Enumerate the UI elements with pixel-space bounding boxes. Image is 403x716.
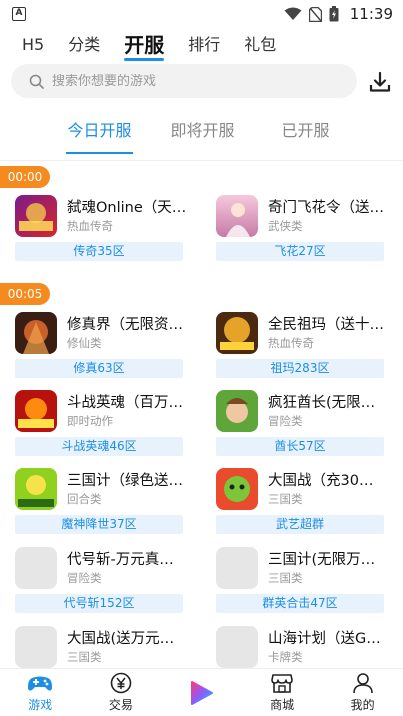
game-name: 斗战英魂（百万… (67, 395, 183, 411)
tab-today[interactable]: 今日开服 (48, 110, 151, 156)
game-genre: 修仙类 (67, 336, 102, 350)
game-card[interactable]: 山海计划（送G… 卡牌类 (216, 626, 384, 668)
server-label: 修真63区 (15, 359, 183, 378)
server-label: 传奇35区 (15, 242, 183, 261)
app-notification-icon: A (12, 7, 26, 21)
game-thumbnail (216, 390, 258, 432)
server-label: 斗战英魂46区 (15, 437, 183, 456)
time-badge: 00:00 (0, 166, 50, 188)
game-thumbnail (15, 390, 57, 432)
game-name: 全民祖玛（送十… (268, 317, 384, 333)
bottom-nav: 游戏 交易 商城 我的 (0, 668, 403, 716)
server-label: 代号斩152区 (15, 594, 183, 613)
tab-server-open[interactable]: 开服 (112, 32, 176, 61)
play-logo-icon (191, 680, 214, 705)
server-label: 祖玛283区 (216, 359, 384, 378)
tab-opened[interactable]: 已开服 (254, 110, 357, 156)
game-name: 疯狂酋长(无限… (268, 395, 376, 411)
yen-bag-icon (110, 672, 132, 694)
download-button[interactable] (366, 68, 394, 96)
nav-trade[interactable]: 交易 (81, 669, 162, 716)
game-name: 大国战（充30… (268, 473, 374, 489)
game-genre: 热血传奇 (67, 219, 113, 233)
nav-label: 游戏 (28, 698, 53, 712)
game-genre: 三国类 (268, 571, 303, 585)
sub-tabs: 今日开服 即将开服 已开服 (0, 110, 403, 156)
battery-charging-icon (329, 6, 339, 22)
game-name: 山海计划（送G… (268, 631, 381, 647)
nav-play[interactable] (161, 669, 242, 716)
no-sim-icon (308, 6, 322, 22)
tab-gift[interactable]: 礼包 (232, 32, 288, 60)
time-badge: 00:05 (0, 283, 50, 305)
gamepad-icon (28, 676, 53, 691)
game-card[interactable]: 斗战英魂（百万… 即时动作 斗战英魂46区 (15, 390, 183, 462)
game-name: 三国计（绿色送… (67, 473, 183, 489)
game-card[interactable]: 全民祖玛（送十… 热血传奇 祖玛283区 (216, 312, 384, 384)
game-card[interactable]: 三国计（绿色送… 回合类 魔神降世37区 (15, 468, 183, 540)
game-name: 修真界（无限资… (67, 317, 183, 333)
clock: 11:39 (349, 5, 393, 23)
game-thumbnail (15, 195, 57, 237)
game-card[interactable]: 疯狂酋长(无限… 冒险类 酋长57区 (216, 390, 384, 462)
shop-icon (271, 674, 293, 693)
search-input[interactable] (52, 73, 332, 89)
game-genre: 热血传奇 (268, 336, 314, 350)
game-card[interactable]: 大国战（充30… 三国类 武艺超群 (216, 468, 384, 540)
game-card[interactable]: 修真界（无限资… 修仙类 修真63区 (15, 312, 183, 384)
top-nav: H5 分类 开服 排行 礼包 (0, 30, 403, 61)
user-icon (352, 673, 373, 694)
tab-ranking[interactable]: 排行 (176, 32, 232, 60)
tab-category[interactable]: 分类 (56, 32, 112, 60)
game-card[interactable]: 代号斩-万元真… 冒险类 代号斩152区 (15, 547, 183, 619)
server-label: 武艺超群 (216, 515, 384, 534)
game-genre: 冒险类 (67, 571, 102, 585)
game-name: 代号斩-万元真… (67, 552, 174, 568)
game-card[interactable]: 三国计(无限万… 三国类 群英合击47区 (216, 547, 384, 619)
game-name: 大国战(送万元… (67, 631, 175, 647)
game-card[interactable]: 弑魂Online（天… 热血传奇 传奇35区 (15, 195, 185, 267)
game-genre: 三国类 (268, 492, 303, 506)
server-label: 群英合击47区 (216, 594, 384, 613)
game-card[interactable]: 奇门飞花令（送… 武侠类 飞花27区 (216, 195, 384, 267)
nav-games[interactable]: 游戏 (0, 669, 81, 716)
nav-shop[interactable]: 商城 (242, 669, 323, 716)
search-icon (29, 74, 44, 89)
game-genre: 武侠类 (268, 219, 303, 233)
game-genre: 回合类 (67, 492, 102, 506)
game-genre: 冒险类 (268, 414, 303, 428)
game-thumbnail (15, 626, 57, 668)
server-label: 魔神降世37区 (15, 515, 183, 534)
tab-upcoming[interactable]: 即将开服 (151, 110, 254, 156)
game-thumbnail (216, 195, 258, 237)
status-icons: 11:39 (284, 5, 393, 23)
divider (0, 160, 403, 161)
game-name: 奇门飞花令（送… (268, 200, 384, 216)
wifi-icon (284, 7, 302, 20)
download-icon (369, 71, 391, 92)
server-label: 飞花27区 (216, 242, 384, 261)
game-thumbnail (216, 312, 258, 354)
game-thumbnail (15, 547, 57, 589)
game-thumbnail (216, 547, 258, 589)
game-card[interactable]: 大国战(送万元… 三国类 (15, 626, 183, 668)
game-thumbnail (216, 468, 258, 510)
nav-label: 商城 (270, 698, 295, 712)
game-thumbnail (216, 626, 258, 668)
game-name: 三国计(无限万… (268, 552, 376, 568)
tab-h5[interactable]: H5 (0, 32, 56, 60)
server-label: 酋长57区 (216, 437, 384, 456)
game-genre: 卡牌类 (268, 650, 303, 664)
game-thumbnail (15, 312, 57, 354)
nav-label: 交易 (108, 698, 133, 712)
game-name: 弑魂Online（天… (67, 200, 185, 216)
status-bar: A 11:39 (0, 0, 403, 28)
game-genre: 三国类 (67, 650, 102, 664)
nav-me[interactable]: 我的 (322, 669, 403, 716)
game-thumbnail (15, 468, 57, 510)
search-bar[interactable] (11, 64, 357, 98)
nav-label: 我的 (350, 698, 375, 712)
game-genre: 即时动作 (67, 414, 113, 428)
